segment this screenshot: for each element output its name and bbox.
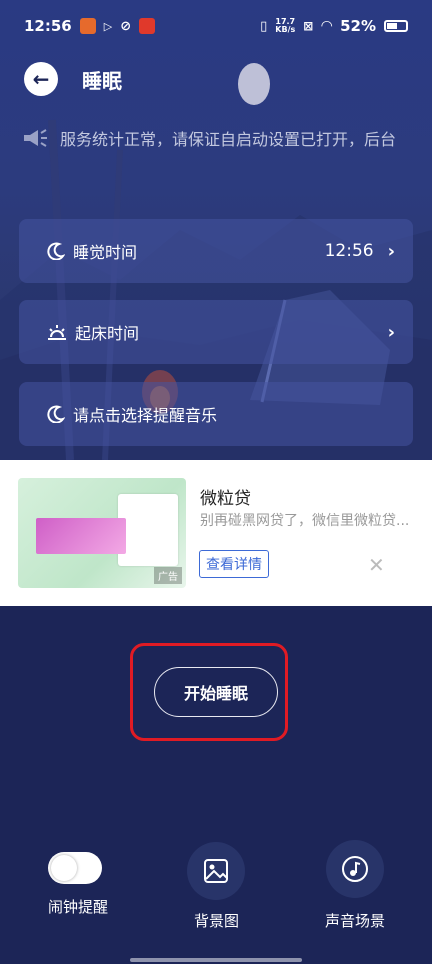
alarm-music-row[interactable]: 请点击选择提醒音乐 xyxy=(19,382,413,446)
wake-time-row[interactable]: 起床时间 › xyxy=(19,300,413,364)
start-sleep-button[interactable]: 开始睡眠 xyxy=(154,667,278,717)
moon-icon xyxy=(47,242,65,260)
ad-view-details-button[interactable]: 查看详情 xyxy=(199,550,269,578)
moon-decoration xyxy=(238,63,270,105)
battery-icon xyxy=(384,20,408,32)
alarm-label: 闹钟提醒 xyxy=(48,898,109,916)
no-sim-icon: ⊠ xyxy=(303,19,314,33)
page-title: 睡眠 xyxy=(82,68,122,93)
wifi-icon: ◠ xyxy=(321,18,333,34)
ad-image-flowers xyxy=(36,518,126,554)
notice-text: 服务统计正常，请保证自启动设置已打开，后台 xyxy=(60,130,397,149)
sleep-time-label: 睡觉时间 xyxy=(73,243,138,262)
network-speed: 17.7 KB/s xyxy=(275,17,296,34)
home-indicator[interactable] xyxy=(130,958,302,962)
ad-image[interactable]: 广告 xyxy=(18,478,186,588)
sleep-time-row[interactable]: 睡觉时间 12:56 › xyxy=(19,219,413,283)
music-note-icon xyxy=(342,856,368,882)
sunrise-icon xyxy=(48,325,66,340)
sleep-time-value: 12:56 xyxy=(324,241,374,261)
arrow-left-icon: ← xyxy=(32,67,50,91)
app-notification-icon xyxy=(139,18,156,34)
sound-scene-button[interactable] xyxy=(326,840,384,898)
moon-icon xyxy=(47,405,65,423)
background-image-label: 背景图 xyxy=(194,912,240,930)
close-icon[interactable]: ✕ xyxy=(368,553,385,577)
sync-notification-icon: ⊘ xyxy=(120,18,132,34)
wake-time-label: 起床时间 xyxy=(75,324,140,343)
chevron-right-icon: › xyxy=(387,321,395,343)
header: ← 睡眠 xyxy=(24,62,122,96)
chevron-right-icon: › xyxy=(387,240,395,262)
vibrate-icon: ▯ xyxy=(260,18,268,34)
ad-tag: 广告 xyxy=(154,567,182,584)
sound-scene-label: 声音场景 xyxy=(325,912,386,930)
ad-banner[interactable]: 广告 xyxy=(0,460,432,606)
megaphone-icon xyxy=(24,129,47,147)
notice-bar: 服务统计正常，请保证自启动设置已打开，后台 xyxy=(22,126,432,150)
ad-description: 别再碰黑网贷了，微信里微粒贷... xyxy=(200,513,410,529)
back-button[interactable]: ← xyxy=(24,62,58,96)
alarm-toggle[interactable] xyxy=(48,852,102,884)
image-icon xyxy=(204,859,228,883)
battery-percentage: 52% xyxy=(340,17,376,35)
background-image-button[interactable] xyxy=(187,842,245,900)
ad-image-card xyxy=(118,494,178,566)
play-notification-icon: ▷ xyxy=(103,19,113,33)
alarm-music-label: 请点击选择提醒音乐 xyxy=(73,406,218,425)
app-notification-icon xyxy=(79,18,96,34)
clock: 12:56 xyxy=(24,17,72,35)
status-bar: 12:56 ▷ ⊘ ▯ 17.7 KB/s ⊠ ◠ 52% xyxy=(0,0,432,52)
ad-title: 微粒贷 xyxy=(200,489,251,509)
